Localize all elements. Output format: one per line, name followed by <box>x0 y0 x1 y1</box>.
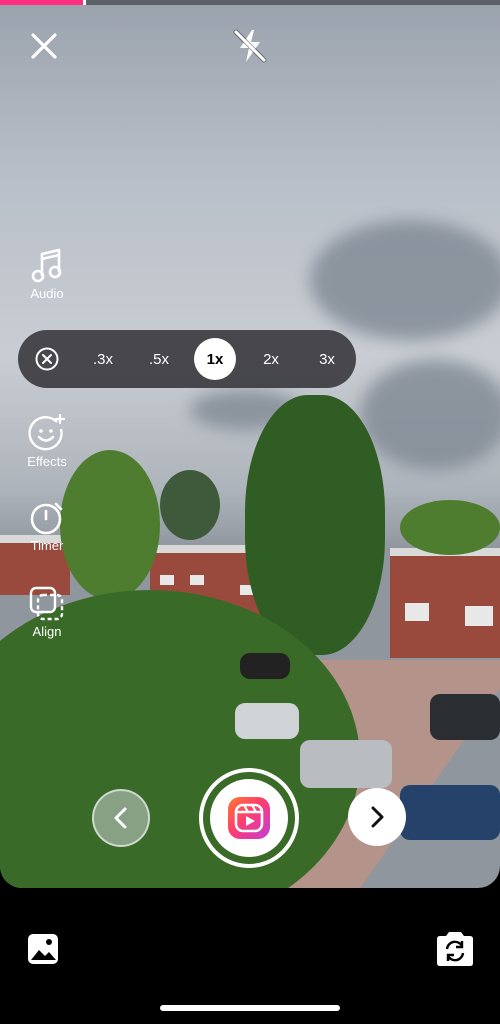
next-button[interactable] <box>348 788 406 846</box>
effects-label: Effects <box>27 454 67 469</box>
car <box>300 740 392 788</box>
zoom-option-2x[interactable]: 2x <box>250 338 292 380</box>
audio-tool[interactable]: Audio <box>15 246 79 301</box>
record-button[interactable] <box>199 768 299 868</box>
audio-label: Audio <box>30 286 64 301</box>
zoom-close-button[interactable] <box>26 338 68 380</box>
home-indicator <box>160 1005 340 1011</box>
cloud <box>360 360 500 470</box>
flip-camera-button[interactable] <box>432 926 478 972</box>
cloud <box>310 220 500 340</box>
align-label: Align <box>32 624 62 639</box>
sparkle-face-icon <box>28 414 66 451</box>
car <box>430 694 500 740</box>
close-icon[interactable] <box>24 26 64 66</box>
car <box>235 703 299 739</box>
zoom-option-3x[interactable]: 3x <box>306 338 348 380</box>
timer-tool[interactable]: Timer <box>15 500 79 553</box>
tree <box>400 500 500 555</box>
previous-clip-button[interactable] <box>92 789 150 847</box>
align-tool[interactable]: Align <box>15 586 79 639</box>
gallery-button[interactable] <box>22 928 64 970</box>
car <box>240 653 290 679</box>
gallery-icon <box>28 934 58 964</box>
zoom-option-0.5x[interactable]: .5x <box>138 338 180 380</box>
tree <box>245 395 385 655</box>
zoom-option-1x[interactable]: 1x <box>194 338 236 380</box>
flip-camera-icon <box>437 932 473 966</box>
zoom-selector: .3x .5x 1x 2x 3x <box>18 330 356 388</box>
timer-icon <box>30 502 63 535</box>
recording-progress-fill <box>0 0 83 5</box>
record-button-inner <box>210 779 288 857</box>
reels-icon <box>228 797 270 839</box>
chevron-left-icon <box>114 807 127 829</box>
flash-off-icon[interactable] <box>228 24 272 68</box>
zoom-option-0.3x[interactable]: .3x <box>82 338 124 380</box>
effects-tool[interactable]: Effects <box>15 414 79 469</box>
building <box>390 548 500 658</box>
car <box>400 785 500 840</box>
camera-viewfinder: Audio Effects Timer Align .3x .5x 1x 2x … <box>0 0 500 888</box>
align-icon <box>29 586 64 621</box>
recording-progress-marker <box>83 0 86 5</box>
timer-label: Timer <box>30 538 64 553</box>
chevron-right-icon <box>371 806 384 828</box>
tree <box>160 470 220 540</box>
circle-x-icon <box>35 347 59 371</box>
music-note-icon <box>31 248 62 283</box>
